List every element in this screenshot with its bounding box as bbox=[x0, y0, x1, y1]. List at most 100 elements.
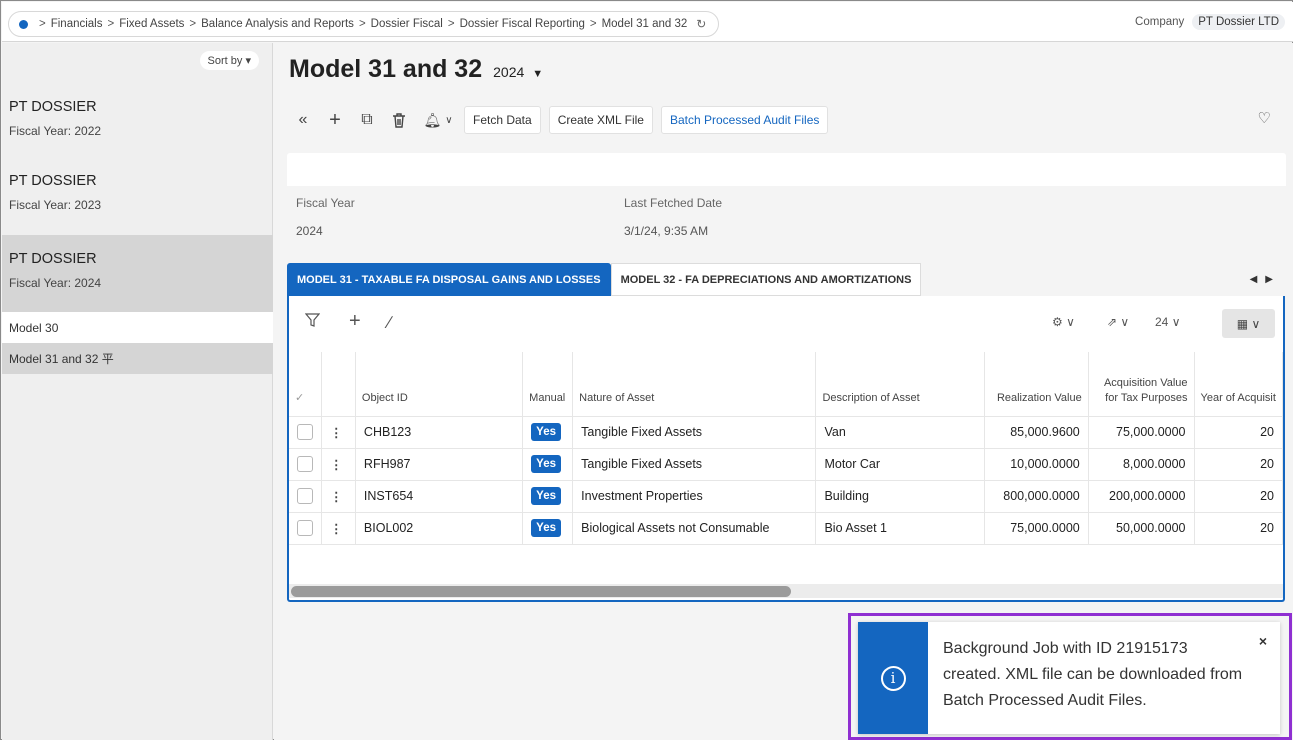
home-dot-icon[interactable] bbox=[19, 19, 28, 29]
notification-toast: i Background Job with ID 21915173 create… bbox=[858, 622, 1280, 734]
scrollbar-thumb[interactable] bbox=[291, 586, 791, 597]
column-header-year[interactable]: Year of Acquisit bbox=[1194, 352, 1284, 417]
delete-icon[interactable] bbox=[386, 107, 412, 133]
cell-acquisition: 8,000.0000 bbox=[1088, 448, 1195, 481]
breadcrumb-item[interactable]: Dossier Fiscal bbox=[371, 18, 443, 30]
row-checkbox[interactable] bbox=[297, 520, 313, 536]
toast-icon-area: i bbox=[858, 622, 928, 734]
row-menu-icon[interactable]: ⋮ bbox=[330, 490, 343, 504]
page-size-value: 24 bbox=[1155, 315, 1169, 329]
breadcrumb-item[interactable]: Fixed Assets bbox=[119, 18, 184, 30]
toast-message: Background Job with ID 21915173 created.… bbox=[943, 640, 1243, 709]
row-checkbox[interactable] bbox=[297, 424, 313, 440]
horizontal-scrollbar[interactable] bbox=[289, 584, 1283, 598]
tab-model-32[interactable]: MODEL 32 - FA DEPRECIATIONS AND AMORTIZA… bbox=[610, 263, 922, 296]
add-icon[interactable]: + bbox=[322, 107, 348, 133]
company-selector[interactable]: Company PT Dossier LTD bbox=[1135, 14, 1285, 30]
table-row[interactable]: ⋮ CHB123 Yes Tangible Fixed Assets Van 8… bbox=[289, 416, 1284, 449]
close-icon[interactable]: × bbox=[1259, 633, 1267, 649]
breadcrumb-item[interactable]: Balance Analysis and Reports bbox=[201, 18, 354, 30]
cell-realization: 85,000.9600 bbox=[984, 416, 1089, 449]
entry-title: PT DOSSIER bbox=[9, 99, 97, 115]
select-all-header[interactable]: ✓ bbox=[289, 352, 322, 417]
sort-by-button[interactable]: Sort by ▾ bbox=[199, 51, 259, 70]
grid-toolbar: + ∕ ⚙ ∨ ⇗ ∨ 24 ∨ ▦ ∨ bbox=[289, 296, 1283, 352]
row-checkbox[interactable] bbox=[297, 488, 313, 504]
app-window: > Financials > Fixed Assets > Balance An… bbox=[0, 0, 1293, 740]
cell-object-id: CHB123 bbox=[355, 416, 524, 449]
page-size-selector[interactable]: 24 ∨ bbox=[1155, 315, 1180, 329]
company-value[interactable]: PT Dossier LTD bbox=[1192, 14, 1285, 30]
manual-badge: Yes bbox=[531, 423, 561, 441]
edit-pencil-icon[interactable]: ∕ bbox=[388, 313, 391, 333]
favorite-heart-icon[interactable]: ♡ bbox=[1258, 109, 1271, 127]
cell-realization: 800,000.0000 bbox=[984, 480, 1089, 513]
filter-icon[interactable] bbox=[304, 313, 321, 333]
tab-scroll-arrows-icon[interactable]: ◀▶ bbox=[1250, 274, 1281, 285]
duplicate-icon[interactable]: ⧉ bbox=[354, 107, 380, 133]
tab-bar: MODEL 31 - TAXABLE FA DISPOSAL GAINS AND… bbox=[287, 263, 922, 296]
breadcrumb-separator: > bbox=[358, 18, 366, 30]
entry-title: PT DOSSIER bbox=[9, 251, 97, 267]
column-header-description[interactable]: Description of Asset bbox=[815, 352, 985, 417]
navigator-entry[interactable]: PT DOSSIER Fiscal Year: 2022 bbox=[2, 99, 273, 157]
navigator-entry[interactable]: PT DOSSIER Fiscal Year: 2023 bbox=[2, 173, 273, 231]
cell-realization: 10,000.0000 bbox=[984, 448, 1089, 481]
cell-object-id: BIOL002 bbox=[355, 512, 524, 545]
create-xml-file-button[interactable]: Create XML File bbox=[548, 106, 653, 134]
breadcrumb-separator: > bbox=[189, 18, 197, 30]
info-icon: i bbox=[880, 665, 906, 691]
add-row-icon[interactable]: + bbox=[349, 310, 361, 333]
breadcrumb: > Financials > Fixed Assets > Balance An… bbox=[8, 11, 720, 37]
info-fields: Fiscal Year 2024 Last Fetched Date 3/1/2… bbox=[287, 186, 1286, 256]
table-row[interactable]: ⋮ BIOL002 Yes Biological Assets not Cons… bbox=[289, 512, 1284, 545]
header-info-panel: Fiscal Year 2024 Last Fetched Date 3/1/2… bbox=[287, 153, 1286, 256]
row-menu-icon[interactable]: ⋮ bbox=[330, 458, 343, 472]
cell-nature: Tangible Fixed Assets bbox=[572, 448, 817, 481]
row-menu-icon[interactable]: ⋮ bbox=[330, 426, 343, 440]
cell-year: 20 bbox=[1194, 480, 1284, 513]
breadcrumb-item[interactable]: Dossier Fiscal Reporting bbox=[460, 18, 585, 30]
notification-bell-icon[interactable]: 🔔︎ ∨ bbox=[418, 107, 458, 133]
record-navigator: Sort by ▾ PT DOSSIER Fiscal Year: 2022 P… bbox=[2, 43, 273, 740]
cell-description: Van bbox=[815, 416, 985, 449]
cell-nature: Tangible Fixed Assets bbox=[572, 416, 817, 449]
cell-nature: Biological Assets not Consumable bbox=[572, 512, 817, 545]
export-icon[interactable]: ⇗ ∨ bbox=[1107, 315, 1129, 329]
column-header-realization[interactable]: Realization Value bbox=[984, 352, 1089, 417]
cell-acquisition: 75,000.0000 bbox=[1088, 416, 1195, 449]
breadcrumb-item[interactable]: Financials bbox=[51, 18, 103, 30]
toolbar: « + ⧉ 🔔︎ ∨ Fetch Data Create XML File Ba… bbox=[290, 106, 836, 134]
breadcrumb-separator: > bbox=[589, 18, 597, 30]
table-view-icon[interactable]: ▦ ∨ bbox=[1222, 309, 1275, 338]
subitem-model-31-32[interactable]: Model 31 and 32 平 bbox=[2, 343, 273, 374]
row-menu-icon[interactable]: ⋮ bbox=[330, 522, 343, 536]
column-header-acquisition[interactable]: Acquisition Value for Tax Purposes bbox=[1088, 352, 1195, 417]
navigator-entry-selected[interactable]: PT DOSSIER Fiscal Year: 2024 bbox=[2, 235, 273, 312]
column-header-nature[interactable]: Nature of Asset bbox=[572, 352, 817, 417]
column-header-object-id[interactable]: Object ID bbox=[355, 352, 524, 417]
cell-realization: 75,000.0000 bbox=[984, 512, 1089, 545]
entry-subtitle: Fiscal Year: 2022 bbox=[9, 124, 102, 138]
chevron-down-icon[interactable]: ▼ bbox=[532, 68, 543, 80]
fiscal-year-label: Fiscal Year bbox=[296, 196, 355, 210]
batch-processed-audit-files-button[interactable]: Batch Processed Audit Files bbox=[660, 106, 829, 134]
entry-title: PT DOSSIER bbox=[9, 173, 97, 189]
settings-gear-icon[interactable]: ⚙ ∨ bbox=[1052, 315, 1075, 329]
subitem-model-30[interactable]: Model 30 bbox=[2, 312, 273, 343]
manual-badge: Yes bbox=[531, 455, 561, 473]
breadcrumb-separator: > bbox=[39, 18, 46, 30]
cell-year: 20 bbox=[1194, 416, 1284, 449]
fetch-data-button[interactable]: Fetch Data bbox=[464, 106, 541, 134]
tab-model-31[interactable]: MODEL 31 - TAXABLE FA DISPOSAL GAINS AND… bbox=[287, 263, 611, 296]
column-header-manual[interactable]: Manual bbox=[522, 352, 574, 417]
refresh-icon[interactable]: ↻ bbox=[696, 17, 706, 31]
collapse-panel-icon[interactable]: « bbox=[290, 107, 316, 133]
row-checkbox[interactable] bbox=[297, 456, 313, 472]
data-grid: + ∕ ⚙ ∨ ⇗ ∨ 24 ∨ ▦ ∨ ✓ Object ID Manual … bbox=[287, 296, 1285, 602]
table-row[interactable]: ⋮ RFH987 Yes Tangible Fixed Assets Motor… bbox=[289, 448, 1284, 481]
entry-subtitle: Fiscal Year: 2024 bbox=[9, 276, 102, 290]
year-selector[interactable]: 2024 bbox=[493, 64, 524, 80]
table-row[interactable]: ⋮ INST654 Yes Investment Properties Buil… bbox=[289, 480, 1284, 513]
breadcrumb-separator: > bbox=[107, 18, 115, 30]
